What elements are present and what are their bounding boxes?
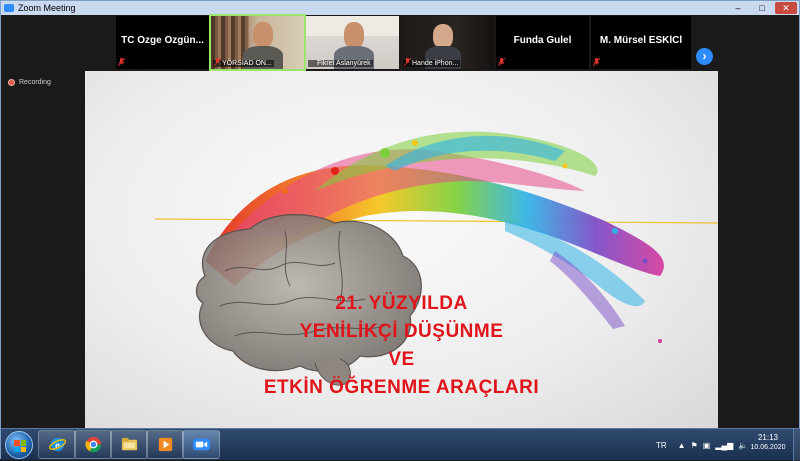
- zoom-icon: [192, 438, 210, 451]
- participant-video-tile[interactable]: Fikret Aslanyürek: [306, 16, 399, 69]
- participant-label: Fikret Aslanyürek: [308, 60, 373, 67]
- window-controls: – □ ✕: [727, 2, 797, 14]
- zoom-app-icon: [4, 4, 14, 12]
- recording-indicator[interactable]: Recording: [8, 79, 51, 86]
- window-title: Zoom Meeting: [18, 3, 76, 13]
- participant-name: Hande iPhon...: [412, 60, 459, 67]
- action-center-flag-icon[interactable]: ⚑: [691, 441, 698, 450]
- chevron-right-icon: ›: [702, 49, 707, 63]
- clock-date: 10.06.2020: [750, 444, 786, 451]
- title-bar: Zoom Meeting – □ ✕: [1, 1, 799, 15]
- maximize-button[interactable]: □: [751, 2, 773, 14]
- participant-face: [433, 24, 453, 48]
- participant-name: YÖRSİAD ON...: [222, 60, 272, 67]
- media-player-icon: [158, 437, 172, 452]
- participant-label: Hande iPhon...: [403, 58, 461, 67]
- mic-muted-icon: [214, 58, 221, 67]
- participant-tile[interactable]: Funda Gulel: [496, 16, 589, 69]
- slide-title-line: VE: [388, 349, 415, 370]
- recording-dot-icon: [8, 79, 15, 86]
- participant-tile[interactable]: M. Mürsel ESKİCİ: [591, 16, 691, 69]
- participant-name: TC Özge Özgün...: [121, 35, 204, 46]
- file-explorer-icon: [121, 437, 137, 451]
- participant-tile[interactable]: TC Özge Özgün...: [116, 16, 209, 69]
- participant-name: Fikret Aslanyürek: [317, 60, 371, 67]
- mic-muted-icon: [118, 58, 125, 67]
- zoom-window: Zoom Meeting – □ ✕ TC Özge Özgün... YÖRS…: [0, 0, 800, 461]
- next-participants-button[interactable]: ›: [696, 48, 713, 65]
- clock-time: 21:13: [757, 433, 779, 442]
- internet-explorer-button[interactable]: e: [38, 430, 76, 459]
- network-signal-icon[interactable]: ▂▄▆: [715, 441, 733, 450]
- participant-video-tile[interactable]: YÖRSİAD ON...: [209, 14, 306, 71]
- mic-muted-icon: [404, 58, 411, 67]
- brain-paint-splash-illustration: [154, 131, 718, 386]
- participant-strip: TC Özge Özgün... YÖRSİAD ON... Fikret As…: [1, 14, 799, 71]
- show-desktop-button[interactable]: [793, 429, 800, 461]
- chrome-button[interactable]: [74, 430, 112, 459]
- minimize-button[interactable]: –: [727, 2, 749, 14]
- close-button[interactable]: ✕: [775, 2, 797, 14]
- participant-name: Funda Gulel: [513, 35, 572, 46]
- windows-start-icon: [14, 440, 26, 452]
- display-icon[interactable]: ▣: [703, 441, 711, 450]
- show-hidden-icons-icon[interactable]: ▲: [678, 441, 686, 450]
- participant-label: YÖRSİAD ON...: [213, 58, 274, 67]
- recording-label: Recording: [19, 79, 51, 86]
- taskbar-clock[interactable]: 21:13 10.06.2020: [746, 433, 790, 451]
- slide-title-line: ETKİN ÖĞRENME ARAÇLARI: [263, 377, 540, 398]
- participant-face: [253, 22, 273, 47]
- windows-start-button[interactable]: [5, 431, 33, 459]
- participant-video-tile[interactable]: Hande iPhon...: [401, 16, 494, 69]
- media-player-button[interactable]: [146, 430, 184, 459]
- chrome-icon: [84, 436, 101, 453]
- windows-taskbar: e TR ▲ ⚑ ▣ ▂▄▆ 🔈 21:13 10.06.2020: [1, 428, 800, 461]
- participant-name: M. Mürsel ESKİCİ: [599, 35, 683, 46]
- system-tray: TR ▲ ⚑ ▣ ▂▄▆ 🔈: [656, 429, 748, 461]
- shared-screen-slide: 21. YÜZYILDA YENİLİKÇİ DÜŞÜNME VE ETKİN …: [85, 71, 718, 429]
- internet-explorer-icon: e: [48, 437, 66, 451]
- language-indicator[interactable]: TR: [656, 441, 667, 450]
- file-explorer-button[interactable]: [110, 430, 148, 459]
- slide-title-line: YENİLİKÇİ DÜŞÜNME: [299, 321, 504, 342]
- mic-muted-icon: [593, 58, 600, 67]
- mic-muted-icon: [498, 58, 505, 67]
- zoom-taskbar-button[interactable]: [182, 430, 220, 459]
- slide-title-line: 21. YÜZYILDA: [335, 293, 468, 314]
- participant-face: [344, 22, 364, 48]
